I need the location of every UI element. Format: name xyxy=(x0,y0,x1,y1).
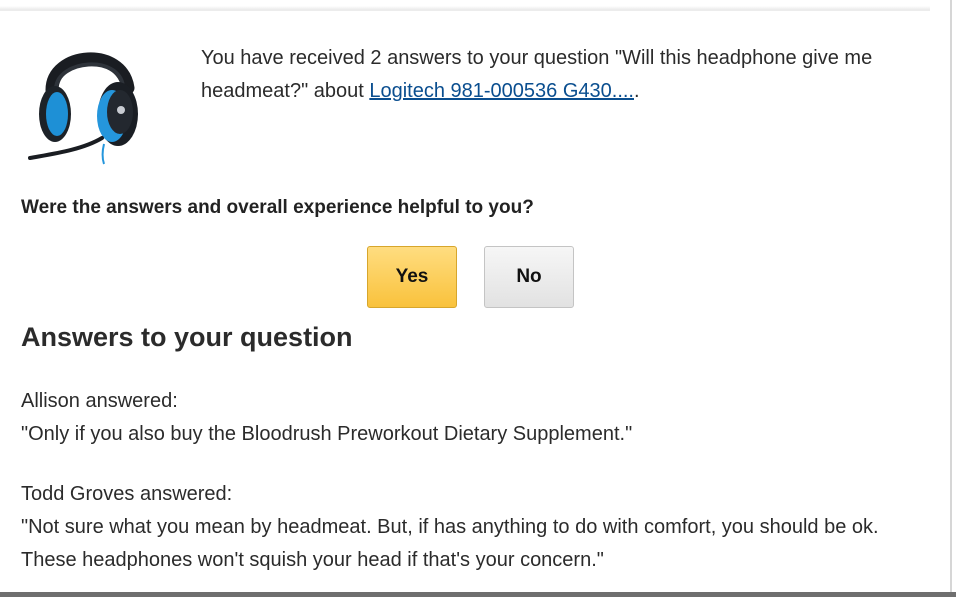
product-link[interactable]: Logitech 981-000536 G430.... xyxy=(369,80,634,102)
answer-text: "Not sure what you mean by headmeat. But… xyxy=(21,516,879,571)
answer-text: "Only if you also buy the Bloodrush Prew… xyxy=(21,423,633,445)
answer-author: Todd Groves answered: xyxy=(21,483,233,505)
helpful-question: Were the answers and overall experience … xyxy=(21,197,534,218)
yes-button[interactable]: Yes xyxy=(367,246,457,308)
no-button[interactable]: No xyxy=(484,246,574,308)
intro-suffix: . xyxy=(634,80,640,102)
answer-item: Todd Groves answered: "Not sure what you… xyxy=(21,478,921,577)
section-heading: Answers to your question xyxy=(21,322,353,352)
email-body: You have received 2 answers to your ques… xyxy=(0,0,956,597)
intro-text: You have received 2 answers to your ques… xyxy=(201,42,921,108)
answer-item: Allison answered: "Only if you also buy … xyxy=(21,385,921,451)
headset-image[interactable] xyxy=(22,38,146,166)
top-divider xyxy=(0,0,930,11)
right-border xyxy=(950,0,952,597)
answer-author: Allison answered: xyxy=(21,390,178,412)
bottom-border xyxy=(0,592,956,597)
